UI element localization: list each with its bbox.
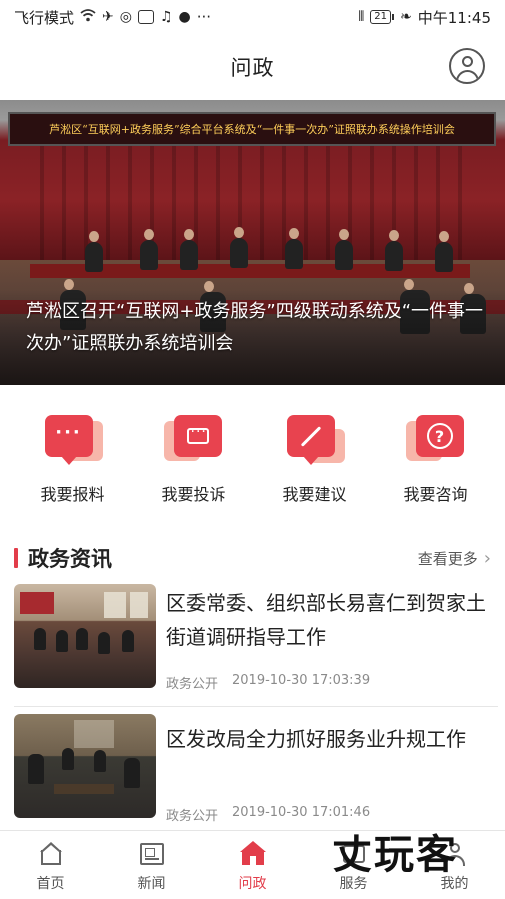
wifi-icon [80,9,96,25]
section-accent-bar [14,548,18,568]
section-divider [0,515,505,523]
suggestion-button[interactable]: 我要建议 [254,395,375,510]
news-thumbnail [14,584,156,688]
question-icon: ? [405,415,466,471]
complaint-button[interactable]: 我要投诉 [133,395,254,510]
nav-label: 新闻 [137,876,166,892]
news-title: 区发改局全力抓好服务业升规工作 [166,727,466,751]
page-title: 问政 [230,56,275,80]
chevron-right-icon: › [483,547,491,569]
news-list-item[interactable]: 区委常委、组织部长易喜仁到贺家土街道调研指导工作 政务公开 2019-10-30… [0,578,505,704]
battery-level: 21 [370,10,392,24]
airplane-mode-label: 飞行模式 [14,8,75,27]
browser-icon: ◎ [119,9,132,25]
watermark-logo: 丈玩客 [332,831,458,878]
airplane-icon: ✈ [102,9,114,25]
suggestion-pen-icon [285,415,345,471]
section-title: 政务资讯 [28,547,112,571]
quick-actions: ··· 我要报料 我要投诉 我要建议 ? 我要咨询 [0,395,505,510]
leaf-icon: ❧ [400,9,412,25]
consult-label: 我要咨询 [403,485,468,504]
section-header: 政务资讯 查看更多 › [0,538,505,578]
nav-label: 首页 [36,876,65,892]
news-title: 区委常委、组织部长易喜仁到贺家土街道调研指导工作 [166,591,486,649]
nav-news[interactable]: 新闻 [101,831,202,899]
nav-home[interactable]: 首页 [0,831,101,899]
news-thumbnail [14,714,156,818]
mic-icon: ● [178,9,191,25]
consult-button[interactable]: ? 我要咨询 [375,395,496,510]
news-banner-carousel[interactable]: 芦淞区“互联网+政务服务”综合平台系统及“一件事一次办”证照联办系统操作培训会 … [0,100,505,385]
suggestion-label: 我要建议 [282,485,347,504]
battery-icon: 21 [370,10,395,24]
user-icon [462,56,473,67]
app-header: 问政 [0,34,505,100]
home-icon [38,841,64,867]
status-bar: 飞行模式 ✈ ◎ ♫ ● ··· ⫴ 21 ❧ 中午11:45 [0,0,505,34]
list-divider [14,706,498,707]
news-list-item[interactable]: 区发改局全力抓好服务业升规工作 政务公开 2019-10-30 17:01:46 [0,708,505,834]
view-more-label: 查看更多 [417,549,478,568]
report-label: 我要报料 [40,485,105,504]
banner-sign-text: 芦淞区“互联网+政务服务”综合平台系统及“一件事一次办”证照联办系统操作培训会 [49,123,455,136]
more-notifications-icon: ··· [196,8,212,26]
view-more-link[interactable]: 查看更多 › [418,548,491,569]
news-meta: 政务公开 2019-10-30 17:03:39 [166,673,370,692]
vibrate-icon: ⫴ [358,9,365,25]
report-bubble-icon: ··· [43,415,103,471]
music-icon: ♫ [159,9,173,25]
news-datetime: 2019-10-30 17:03:39 [232,673,371,688]
app-notification-icon [137,10,154,24]
government-icon [239,841,266,867]
news-category: 政务公开 [166,809,219,824]
clock: 中午11:45 [417,8,491,27]
complaint-message-icon [163,415,224,471]
nav-government[interactable]: 问政 [202,831,303,899]
banner-sign: 芦淞区“互联网+政务服务”综合平台系统及“一件事一次办”证照联办系统操作培训会 [8,112,496,146]
user-avatar-button[interactable] [449,48,485,84]
news-icon [139,841,165,867]
complaint-label: 我要投诉 [161,485,226,504]
news-category: 政务公开 [166,677,219,692]
banner-caption[interactable]: 芦淞区召开“互联网+政务服务”四级联动系统及“一件事一次办”证照联办系统培训会 [26,296,486,360]
report-button[interactable]: ··· 我要报料 [12,395,133,510]
nav-label: 问政 [238,876,267,892]
